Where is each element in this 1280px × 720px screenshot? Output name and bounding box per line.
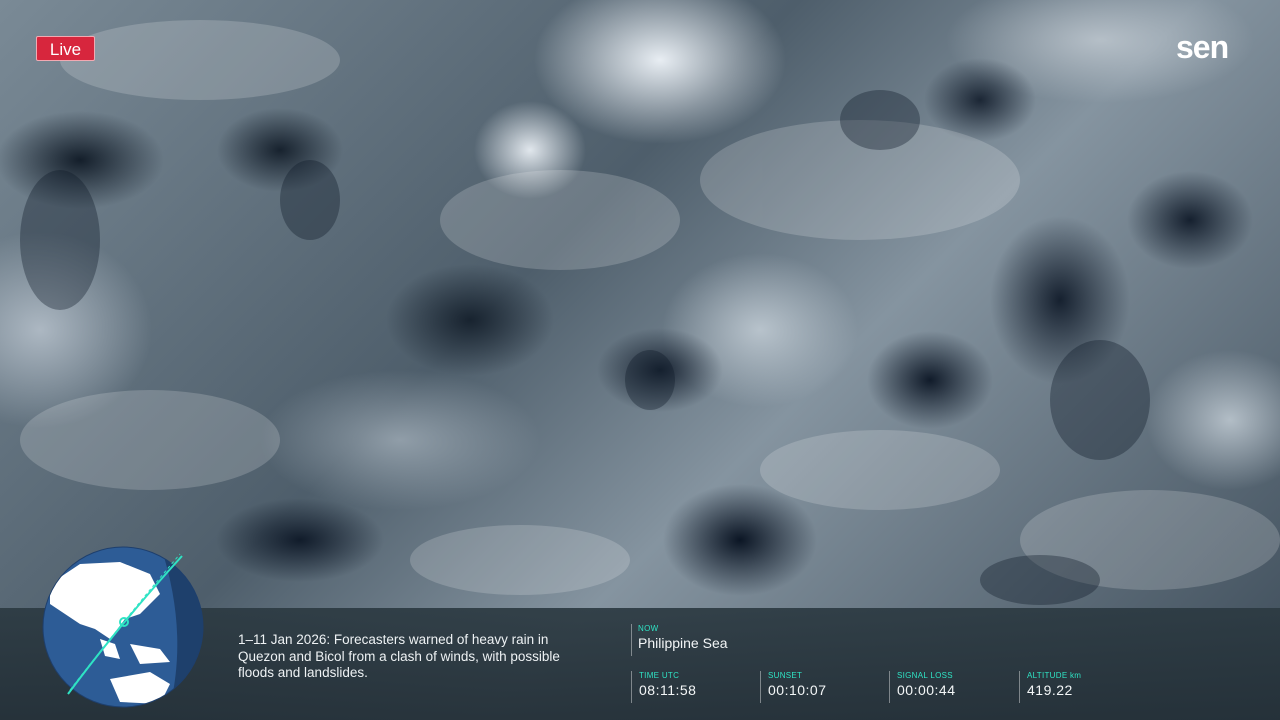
location-value: Philippine Sea [638, 635, 728, 651]
altitude-stat: ALTITUDE km 419.22 [1019, 671, 1081, 703]
time-utc-label: TIME UTC [639, 671, 680, 680]
altitude-label: ALTITUDE km [1027, 671, 1082, 680]
current-location: NOW Philippine Sea [631, 624, 728, 656]
sen-logo: sen [1176, 30, 1229, 65]
svg-text:sen: sen [1176, 30, 1228, 65]
sunset-stat: SUNSET 00:10:07 [760, 671, 827, 703]
signal-loss-stat: SIGNAL LOSS 00:00:44 [889, 671, 956, 703]
signal-loss-label: SIGNAL LOSS [897, 671, 953, 680]
news-headline: 1–11 Jan 2026: Forecasters warned of hea… [238, 632, 560, 680]
altitude-value: 419.22 [1027, 682, 1073, 698]
sunset-label: SUNSET [768, 671, 803, 680]
orbit-globe-icon [42, 546, 204, 708]
time-utc-value: 08:11:58 [639, 682, 697, 698]
sunset-value: 00:10:07 [768, 682, 827, 698]
signal-loss-value: 00:00:44 [897, 682, 956, 698]
now-label: NOW [638, 624, 659, 633]
live-badge: Live [36, 36, 95, 61]
time-utc-stat: TIME UTC 08:11:58 [631, 671, 696, 703]
